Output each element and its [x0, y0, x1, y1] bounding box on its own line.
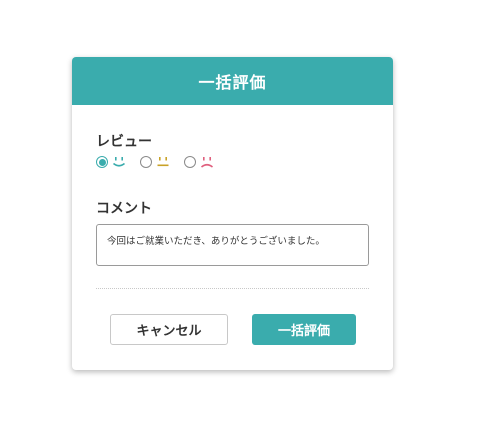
review-label: レビュー: [96, 134, 152, 150]
dotted-divider: [96, 288, 369, 289]
rating-option-good[interactable]: [96, 156, 126, 168]
rating-radio-good[interactable]: [96, 156, 108, 168]
cancel-button[interactable]: キャンセル: [110, 314, 228, 345]
bulk-evaluation-dialog: 一括評価 レビュー コメント 今回はご就業いただき、ありがとうございました。 キ…: [72, 57, 393, 370]
dialog-title: 一括評価: [72, 57, 393, 105]
bulk-evaluate-button[interactable]: 一括評価: [252, 314, 356, 345]
comment-textarea[interactable]: 今回はご就業いただき、ありがとうございました。: [96, 224, 369, 266]
sad-face-icon: [200, 157, 214, 168]
rating-radio-group: [96, 156, 228, 168]
smile-face-icon: [112, 157, 126, 167]
rating-radio-neutral[interactable]: [140, 156, 152, 168]
rating-option-neutral[interactable]: [140, 156, 170, 168]
rating-option-bad[interactable]: [184, 156, 214, 168]
neutral-face-icon: [157, 157, 169, 167]
rating-radio-bad[interactable]: [184, 156, 196, 168]
comment-label: コメント: [96, 201, 152, 217]
